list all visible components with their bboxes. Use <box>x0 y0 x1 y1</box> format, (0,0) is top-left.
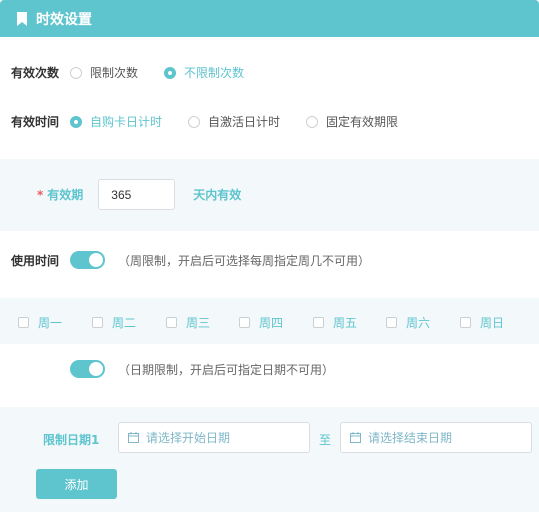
checkbox-box <box>18 317 29 328</box>
checkbox-label: 周四 <box>259 316 284 330</box>
start-date-placeholder: 请选择开始日期 <box>146 431 231 445</box>
toggle-knob <box>89 362 103 376</box>
checkbox-box <box>313 317 324 328</box>
section-title: 时效设置 <box>36 11 92 28</box>
usage-time-label: 使用时间 <box>11 253 60 268</box>
radio-unlimited-count[interactable]: 不限制次数 <box>164 64 244 81</box>
checkbox-box <box>166 317 177 328</box>
weekday-row: 周一 周二 周三 周四 周五 周六 周日 <box>18 314 504 331</box>
end-date-input[interactable]: 请选择结束日期 <box>340 422 532 453</box>
weekday-checkbox-mon[interactable]: 周一 <box>18 314 92 331</box>
radio-label: 自激活日计时 <box>208 115 281 129</box>
radio-dot <box>306 115 319 128</box>
calendar-icon <box>128 432 139 443</box>
checkbox-label: 周三 <box>186 316 211 330</box>
date-limit-row: （日期限制，开启后可指定日期不可用） <box>70 360 334 378</box>
radio-dot <box>70 66 83 79</box>
validity-count-label: 有效次数 <box>11 66 60 80</box>
radio-limit-count[interactable]: 限制次数 <box>70 64 138 81</box>
limit-date-label: 限制日期1 <box>43 433 100 447</box>
weekday-panel: 周一 周二 周三 周四 周五 周六 周日 <box>0 298 539 344</box>
radio-from-activation[interactable]: 自激活日计时 <box>188 113 280 130</box>
usage-time-row: 使用时间 （周限制，开启后可选择每周指定周几不可用） <box>11 251 370 269</box>
checkbox-label: 周日 <box>480 316 505 330</box>
date-separator: 至 <box>319 433 332 447</box>
radio-dot <box>188 115 201 128</box>
weekday-checkbox-wed[interactable]: 周三 <box>166 314 239 331</box>
radio-from-purchase[interactable]: 自购卡日计时 <box>70 113 162 130</box>
validity-suffix: 天内有效 <box>193 188 242 202</box>
weekday-checkbox-fri[interactable]: 周五 <box>313 314 386 331</box>
required-mark: * <box>37 187 44 202</box>
weekday-checkbox-sat[interactable]: 周六 <box>386 314 460 331</box>
validity-time-label: 有效时间 <box>11 115 60 129</box>
radio-fixed-period[interactable]: 固定有效期限 <box>306 113 398 130</box>
checkbox-label: 周一 <box>38 316 63 330</box>
weekday-checkbox-tue[interactable]: 周二 <box>92 314 166 331</box>
checkbox-box <box>460 317 471 328</box>
end-date-placeholder: 请选择结束日期 <box>368 431 453 445</box>
add-button[interactable]: 添加 <box>36 469 117 499</box>
week-limit-hint: （周限制，开启后可选择每周指定周几不可用） <box>118 253 371 268</box>
week-limit-toggle[interactable] <box>70 251 106 269</box>
start-date-input[interactable]: 请选择开始日期 <box>118 422 310 453</box>
radio-label: 自购卡日计时 <box>90 115 163 129</box>
checkbox-box <box>386 317 397 328</box>
validity-count-row: 有效次数 限制次数 不限制次数 <box>11 64 244 81</box>
validity-period-panel: * 有效期 365 天内有效 <box>0 159 539 231</box>
bookmark-icon <box>17 11 27 26</box>
checkbox-label: 周六 <box>406 316 431 330</box>
checkbox-box <box>239 317 250 328</box>
toggle-knob <box>89 253 104 267</box>
checkbox-label: 周二 <box>112 316 137 330</box>
section-header: 时效设置 <box>0 0 539 37</box>
validity-days-input[interactable]: 365 <box>98 179 176 210</box>
validity-period-row: * 有效期 365 天内有效 <box>37 179 241 210</box>
radio-label: 固定有效期限 <box>326 115 399 129</box>
calendar-icon <box>350 432 361 443</box>
date-limit-hint: （日期限制，开启后可指定日期不可用） <box>118 362 335 377</box>
date-limit-toggle[interactable] <box>70 360 105 378</box>
radio-label: 不限制次数 <box>184 66 245 80</box>
weekday-checkbox-sun[interactable]: 周日 <box>460 314 504 331</box>
checkbox-label: 周五 <box>333 316 358 330</box>
checkbox-box <box>92 317 103 328</box>
radio-dot <box>164 66 177 79</box>
radio-dot <box>70 115 83 128</box>
weekday-checkbox-thu[interactable]: 周四 <box>239 314 313 331</box>
radio-label: 限制次数 <box>90 66 139 80</box>
validity-time-row: 有效时间 自购卡日计时 自激活日计时 固定有效期限 <box>11 113 398 130</box>
validity-period-label: 有效期 <box>47 188 84 202</box>
